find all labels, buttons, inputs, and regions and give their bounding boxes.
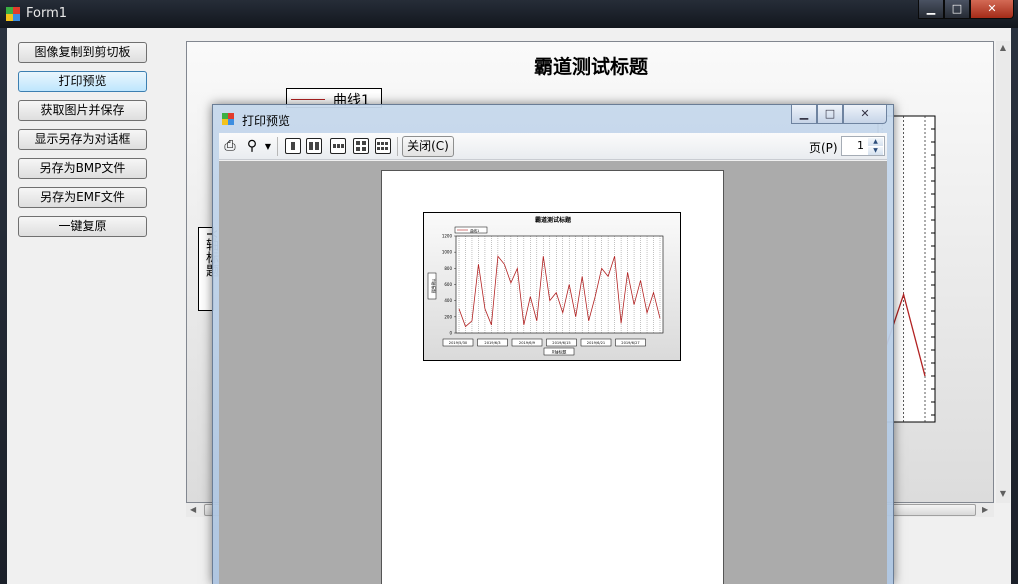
preview-x-tick-label: 2019/6/21 [587,341,605,345]
spin-down-icon[interactable]: ▼ [868,147,883,155]
get-image-save-button[interactable]: 获取图片并保存 [18,100,147,121]
one-page-icon[interactable] [285,138,301,154]
page-number-value: 1 [857,139,864,152]
printer-icon[interactable]: ⎙ [221,138,239,155]
caption-buttons: ▁ □ ✕ [918,0,1014,20]
minimize-icon: ▁ [799,107,809,120]
vertical-scrollbar[interactable]: ▲ ▼ [996,41,1010,503]
preview-chart: 曲线1 0 200 400 600 800 1000 1200 Y轴标题 2019/5/30 201… [423,212,681,361]
form1-title-bar[interactable]: Form1 ▁ □ ✕ [0,0,1018,28]
reset-button[interactable]: 一键复原 [18,216,147,237]
four-pages-icon[interactable] [353,138,369,154]
window-title: Form1 [26,6,68,21]
preview-x-tick-label: 2019/5/30 [449,341,468,345]
chart-title: 霸道测试标题 [533,56,648,78]
preview-x-tick-label: 2019/6/27 [621,341,639,345]
scroll-up-arrow-icon[interactable]: ▲ [996,43,1010,52]
three-pages-icon[interactable] [330,138,346,154]
preview-y-tick-label: 200 [444,314,452,319]
preview-y-tick-label: 600 [444,282,452,287]
preview-app-icon [222,113,234,125]
preview-x-title: X轴标题 [552,349,567,355]
close-icon: ✕ [860,107,870,120]
preview-body: ⎙ ⚲ ▼ 关闭(C) 页(P) 1 ▲ ▼ 曲线1 0 200 400 600 800 1… [219,133,887,584]
save-as-dialog-button[interactable]: 显示另存为对话框 [18,129,147,150]
two-pages-icon[interactable] [306,138,322,154]
maximize-icon: □ [824,107,836,120]
scroll-left-arrow-icon[interactable]: ◀ [190,505,196,514]
maximize-button[interactable]: □ [944,0,970,19]
preview-chart-title: 霸道测试标题 [534,217,571,224]
preview-y-tick-label: 1000 [442,250,453,255]
print-preview-dialog: 打印预览 ▁ □ ✕ ⎙ ⚲ ▼ 关闭(C) 页(P) 1 ▲ ▼ 曲线1 0 … [212,104,894,584]
preview-x-tick-label: 2019/6/3 [484,341,500,345]
preview-close-text-button[interactable]: 关闭(C) [402,136,454,157]
preview-y-tick-label: 0 [449,331,452,336]
preview-toolbar: ⎙ ⚲ ▼ 关闭(C) 页(P) 1 ▲ ▼ [219,133,887,160]
page-number-spinner[interactable]: 1 ▲ ▼ [841,136,885,156]
toolbar-separator [277,137,278,156]
close-icon: ✕ [987,2,997,15]
close-button[interactable]: ✕ [970,0,1014,19]
six-pages-icon[interactable] [375,138,391,154]
scroll-down-arrow-icon[interactable]: ▼ [996,489,1010,498]
preview-minimize-button[interactable]: ▁ [791,105,817,124]
preview-y-title: Y轴标题 [431,278,437,293]
page-label: 页(P) [809,141,838,155]
preview-x-tick-label: 2019/6/15 [552,341,570,345]
preview-y-tick-label: 400 [444,298,452,303]
preview-legend-label: 曲线1 [470,228,479,233]
minimize-icon: ▁ [926,2,936,15]
scroll-right-arrow-icon[interactable]: ▶ [982,505,988,514]
preview-paper-page: 曲线1 0 200 400 600 800 1000 1200 Y轴标题 2019/5/30 201… [381,170,724,584]
preview-caption-buttons: ▁ □ ✕ [791,105,887,124]
preview-chart-plot: 曲线1 0 200 400 600 800 1000 1200 Y轴标题 2019/5/30 201… [427,226,664,356]
preview-maximize-button[interactable]: □ [817,105,843,124]
preview-x-tick-label: 2019/6/9 [519,341,536,345]
spin-up-icon[interactable]: ▲ [868,138,883,146]
preview-y-tick-label: 800 [444,266,452,271]
preview-title-bar[interactable]: 打印预览 ▁ □ ✕ [213,105,893,131]
print-preview-button[interactable]: 打印预览 [18,71,147,92]
save-emf-button[interactable]: 另存为EMF文件 [18,187,147,208]
copy-to-clipboard-button[interactable]: 图像复制到剪切板 [18,42,147,63]
toolbar-separator [397,137,398,156]
zoom-dropdown-chevron-icon[interactable]: ▼ [259,138,277,155]
preview-plot-frame [455,235,664,334]
preview-y-tick-label: 1200 [442,234,453,239]
minimize-button[interactable]: ▁ [918,0,944,19]
app-icon [6,7,20,21]
maximize-icon: □ [951,2,963,15]
save-bmp-button[interactable]: 另存为BMP文件 [18,158,147,179]
preview-canvas[interactable]: 曲线1 0 200 400 600 800 1000 1200 Y轴标题 2019/5/30 201… [219,161,887,584]
preview-title: 打印预览 [242,114,291,128]
legend-line-swatch [291,99,325,100]
preview-close-button[interactable]: ✕ [843,105,887,124]
